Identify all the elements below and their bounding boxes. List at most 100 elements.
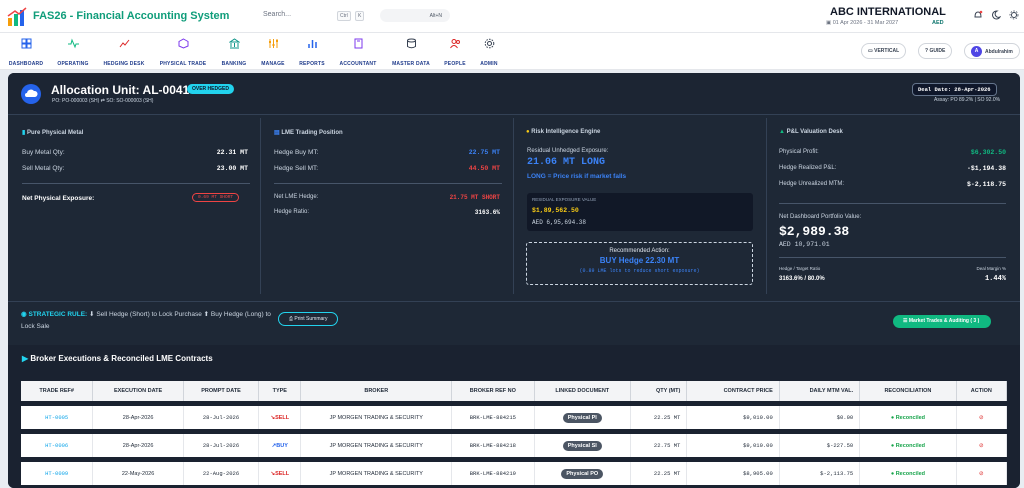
contract-price: $9,010.00	[687, 406, 780, 429]
nav-admin[interactable]: ADMIN	[477, 38, 501, 70]
table-row[interactable]: HT-0005 28-Apr-2026 28-Jul-2026 ↘SELL JP…	[21, 406, 1007, 429]
col-trade-ref[interactable]: TRADE REF#	[21, 381, 94, 401]
app-title: FAS26 - Financial Accounting System	[33, 10, 230, 22]
col-broker-ref[interactable]: BROKER REF NO	[452, 381, 535, 401]
unrealized-label: Hedge Unrealized MTM:	[779, 181, 845, 187]
table-row[interactable]: HT-0009 22-May-2026 22-Aug-2026 ↘SELL JP…	[21, 462, 1007, 485]
company-name[interactable]: ABC INTERNATIONAL	[830, 6, 946, 18]
column-separator	[260, 118, 261, 294]
col-linked-doc[interactable]: LINKED DOCUMENT	[534, 381, 632, 401]
broker-title-text: Broker Executions & Reconciled LME Contr…	[30, 354, 213, 363]
net-portfolio-label: Net Dashboard Portfolio Value:	[779, 214, 862, 220]
col-reconciliation[interactable]: RECONCILIATION	[860, 381, 957, 401]
exposure-aed: AED 6,95,694.38	[532, 219, 587, 226]
activity-icon	[67, 38, 79, 49]
sell-qty-value: 23.00 MT	[216, 165, 248, 172]
nav-label: HEDGING DESK	[103, 61, 145, 67]
delete-icon[interactable]: ⊘	[956, 434, 1007, 457]
avatar: A	[971, 46, 982, 57]
nav-label: PHYSICAL TRADE	[159, 61, 207, 67]
nav-label: ACCOUNTANT	[339, 61, 377, 67]
net-physical-badge: 0.69 MT SHORT	[192, 193, 240, 202]
trending-up-icon	[119, 39, 129, 48]
trade-ref[interactable]: HT-0005	[45, 414, 68, 421]
hedge-ratio-label: Hedge Ratio:	[274, 209, 310, 215]
delete-icon[interactable]: ⊘	[956, 406, 1007, 429]
nav-label: REPORTS	[299, 61, 325, 67]
unrealized-value: $-2,118.75	[966, 181, 1006, 188]
broker-name: JP MORGEN TRADING & SECURITY	[301, 434, 453, 457]
search-input[interactable]: Search...	[263, 11, 291, 18]
net-portfolio-aed: AED 10,971.01	[779, 241, 830, 248]
nav-hedging-desk[interactable]: HEDGING DESK	[102, 38, 146, 70]
down-arrow-icon: ⬇	[89, 311, 95, 318]
col-type[interactable]: TYPE	[259, 381, 302, 401]
nav-label: BANKING	[221, 61, 247, 67]
assay-info: Assay: PO 89.2% | SO 92.0%	[934, 97, 1001, 103]
phys-profit-label: Physical Profit:	[779, 149, 819, 155]
trade-ref[interactable]: HT-0006	[45, 442, 68, 449]
col-action[interactable]: ACTION	[956, 381, 1007, 401]
guide-button[interactable]: ? GUIDE	[918, 43, 953, 59]
table-row[interactable]: HT-0006 28-Apr-2026 28-Jul-2026 ↗BUY JP …	[21, 434, 1007, 457]
nav-reports[interactable]: REPORTS	[297, 38, 327, 70]
col-contract-price[interactable]: CONTRACT PRICE	[687, 381, 780, 401]
moon-icon[interactable]	[991, 10, 1001, 20]
physical-title-text: Pure Physical Metal	[26, 130, 84, 136]
nav-master-data[interactable]: MASTER DATA	[389, 38, 433, 70]
trade-type-text: SELL	[275, 470, 290, 477]
bar-chart-icon	[307, 40, 317, 48]
residual-value: 21.06 MT LONG	[527, 157, 606, 168]
strategic-label: STRATEGIC RULE:	[28, 311, 88, 318]
book-icon	[354, 38, 362, 49]
linked-doc[interactable]: Physical PO	[561, 468, 604, 479]
delete-icon[interactable]: ⊘	[956, 462, 1007, 485]
user-menu[interactable]: A Abdulrahim	[964, 43, 1020, 59]
trade-ref[interactable]: HT-0009	[45, 470, 68, 477]
currency-badge: AED	[932, 20, 944, 26]
kbd-ctrl: Ctrl	[337, 11, 351, 21]
col-execution-date[interactable]: EXECUTION DATE	[93, 381, 184, 401]
nav-dashboard[interactable]: DASHBOARD	[8, 38, 44, 70]
main-nav: DASHBOARD OPERATING HEDGING DESK PHYSICA…	[0, 33, 1024, 70]
linked-doc[interactable]: Physical PI	[562, 412, 602, 423]
nav-banking[interactable]: BANKING	[219, 38, 249, 70]
nav-manage[interactable]: MANAGE	[258, 38, 288, 70]
risk-title-text: Risk Intelligence Engine	[531, 129, 601, 135]
quick-new-shortcut[interactable]: Alt+N	[380, 9, 450, 22]
gear-icon[interactable]	[1009, 10, 1019, 20]
rec-action: BUY Hedge 22.30 MT	[599, 256, 680, 265]
trade-type: ↗BUY	[259, 434, 302, 457]
col-qty[interactable]: QTY (MT)	[631, 381, 688, 401]
reconciled-status: ● Reconciled	[860, 434, 957, 457]
nav-people[interactable]: PEOPLE	[442, 38, 468, 70]
reconciled-status: ● Reconciled	[860, 406, 957, 429]
bell-icon[interactable]	[973, 10, 983, 20]
linked-doc[interactable]: Physical SI	[562, 440, 602, 451]
nav-physical-trade[interactable]: PHYSICAL TRADE	[157, 38, 209, 70]
bank-icon	[228, 38, 240, 49]
recommended-action-box[interactable]: Recommended Action: BUY Hedge 22.30 MT (…	[526, 242, 753, 285]
table-header: TRADE REF# EXECUTION DATE PROMPT DATE TY…	[21, 381, 1007, 401]
buy-qty-label: Buy Metal Qty:	[22, 149, 65, 156]
col-prompt-date[interactable]: PROMPT DATE	[183, 381, 260, 401]
col-mtm[interactable]: DAILY MTM VAL.	[779, 381, 861, 401]
nav-label: OPERATING	[57, 61, 89, 67]
vertical-button[interactable]: ▭ VERTICAL	[861, 43, 907, 59]
po-so-link[interactable]: PO: PO-000003 (SH) ⇄ SO: SO-000003 (SH)	[52, 98, 153, 104]
grid-icon	[21, 38, 31, 49]
risk-title: ● Risk Intelligence Engine	[526, 129, 600, 135]
pnl-title-text: P&L Valuation Desk	[786, 129, 843, 135]
nav-label: DASHBOARD	[8, 61, 44, 67]
broker-ref: BRK-LME-884215	[452, 406, 535, 429]
market-trades-button[interactable]: ☰ Market Trades & Auditing ( 3 )	[893, 315, 992, 328]
pnl-title: ▲ P&L Valuation Desk	[779, 129, 843, 135]
nav-label: MASTER DATA	[392, 61, 430, 67]
exposure-label: RESIDUAL EXPOSURE VALUE	[532, 197, 597, 202]
nav-accountant[interactable]: ACCOUNTANT	[336, 38, 380, 70]
reconciled-text: Reconciled	[895, 442, 926, 449]
col-broker[interactable]: BROKER	[301, 381, 453, 401]
hedge-sell-label: Hedge Sell MT:	[274, 165, 319, 172]
nav-operating[interactable]: OPERATING	[56, 38, 90, 70]
print-summary-button[interactable]: ⎙ Print Summary	[278, 312, 339, 326]
